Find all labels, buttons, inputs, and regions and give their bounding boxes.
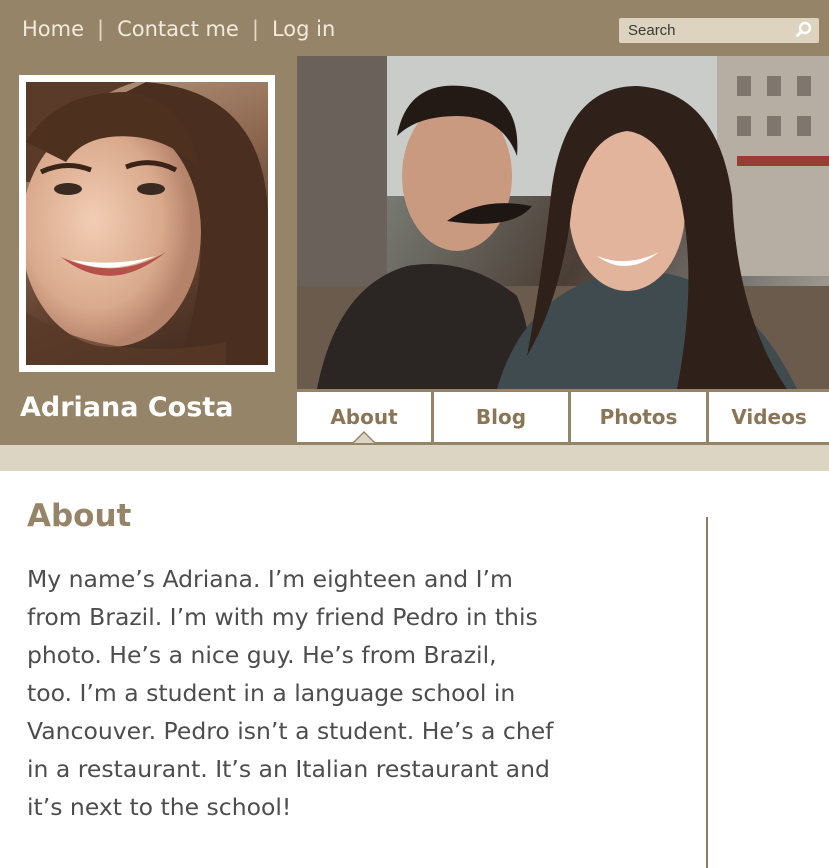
about-line: My name’s Adriana. I’m eighteen and I’m [27,565,513,593]
hero-photo[interactable] [297,56,829,389]
nav-home-link[interactable]: Home [22,17,84,41]
tab-photos[interactable]: Photos [571,392,706,442]
site-header: Home | Contact me | Log in Search Adrian… [0,0,829,445]
about-line: photo. He’s a nice guy. He’s from Brazil… [27,641,497,669]
about-line: it’s next to the school! [27,793,292,821]
sidebar-divider [706,517,708,868]
profile-photo-frame [19,75,275,372]
about-line: Vancouver. Pedro isn’t a student. He’s a… [27,717,554,745]
top-navigation: Home | Contact me | Log in [22,14,335,44]
tab-blog[interactable]: Blog [434,392,568,442]
tab-label: Blog [475,405,527,429]
tab-videos[interactable]: Videos [709,392,829,442]
profile-tabs: About Blog Photos Videos [297,392,829,443]
tab-label: Videos [731,405,807,429]
about-line: in a restaurant. It’s an Italian restaur… [27,755,550,783]
profile-name: Adriana Costa [20,392,234,423]
search-box [619,18,819,43]
header-divider-band [0,445,829,471]
search-icon[interactable] [795,21,813,39]
tab-about[interactable]: About [297,392,431,443]
about-line: from Brazil. I’m with my friend Pedro in… [27,603,538,631]
about-paragraph: My name’s Adriana. I’m eighteen and I’m … [27,560,667,826]
nav-login-link[interactable]: Log in [272,17,335,41]
profile-photo[interactable] [26,82,268,365]
about-line: too. I’m a student in a language school … [27,679,516,707]
nav-contact-link[interactable]: Contact me [117,17,239,41]
about-heading: About [27,498,132,534]
nav-separator: | [251,17,259,41]
tab-label: About [330,405,398,429]
tab-label: Photos [599,405,678,429]
nav-separator: | [97,17,105,41]
search-input[interactable] [619,18,788,43]
